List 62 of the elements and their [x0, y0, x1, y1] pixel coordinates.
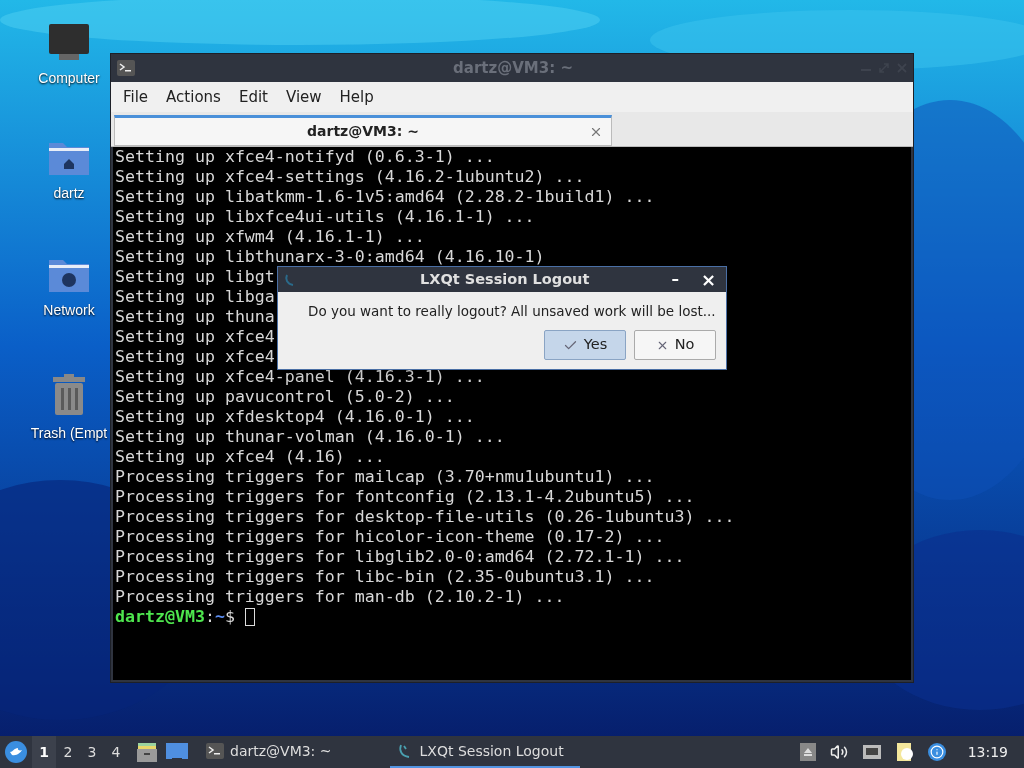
- workspace-button[interactable]: 4: [104, 736, 128, 768]
- output-line: Setting up xfce4-panel (4.16.3-1) ...: [115, 367, 485, 387]
- dialog-button[interactable]: No: [634, 330, 716, 361]
- network-icon[interactable]: [861, 744, 882, 760]
- workspace-button[interactable]: 1: [32, 736, 56, 768]
- terminal-tab[interactable]: dartz@VM3: ~: [114, 115, 612, 146]
- menu-item[interactable]: File: [115, 85, 157, 109]
- output-line: Setting up xfce4: [115, 347, 275, 367]
- output-line: Setting up pavucontrol (5.0-2) ...: [115, 387, 455, 407]
- note-icon[interactable]: [895, 742, 914, 762]
- workspace-button[interactable]: 2: [56, 736, 80, 768]
- workspace-button[interactable]: 3: [80, 736, 104, 768]
- dialog-button[interactable]: Yes: [544, 330, 626, 361]
- task-button[interactable]: LXQt Session Logout: [389, 736, 580, 768]
- output-line: Setting up libxfce4ui-utils (4.16.1-1) ...: [115, 207, 535, 227]
- output-line: Setting up xfce4: [115, 327, 275, 347]
- close-button[interactable]: ×: [700, 266, 716, 293]
- output-line: Processing triggers for libc-bin (2.35-0ubuntu3.1) ...: [115, 567, 655, 587]
- output-line: Setting up thuna: [115, 307, 275, 327]
- output-line: Processing triggers for hicolor-icon-theme (0.17-2) ...: [115, 527, 665, 547]
- prompt-user: dartz@VM3: [115, 607, 205, 627]
- output-line: Setting up xfdesktop4 (4.16.0-1) ...: [115, 407, 475, 427]
- output-line: Setting up libatkmm-1.6-1v5:amd64 (2.28.2-1build1) ...: [115, 187, 655, 207]
- output-line: Setting up thunar-volman (4.16.0-1) ...: [115, 427, 505, 447]
- monitor-icon: [47, 22, 91, 62]
- output-line: Setting up libthunarx-3-0:amd64 (4.16.10-1): [115, 247, 545, 267]
- output-line: Processing triggers for libglib2.0-0:amd64 (2.72.1-1) ...: [115, 547, 685, 567]
- output-line: Processing triggers for mailcap (3.70+nmu1ubuntu1) ...: [115, 467, 655, 487]
- minimize-button[interactable]: –: [671, 268, 679, 291]
- volume-icon[interactable]: [829, 743, 848, 761]
- dialog-title: LXQt Session Logout: [420, 269, 590, 289]
- prompt-separator: :: [204, 607, 215, 627]
- menu-item[interactable]: View: [277, 85, 330, 109]
- desktop-icon[interactable]: [166, 743, 188, 761]
- text-cursor: [244, 608, 255, 626]
- icon-label[interactable]: Trash (Empt: [30, 423, 108, 444]
- output-line: Setting up libga: [115, 287, 275, 307]
- output-line: Setting up xfce4-notifyd (0.6.3-1) ...: [115, 147, 495, 167]
- clock: 13:19: [967, 742, 1008, 762]
- output-line: Processing triggers for man-db (2.10.2-1) ...: [115, 587, 565, 607]
- output-line: Setting up xfwm4 (4.16.1-1) ...: [115, 227, 425, 247]
- window-title: dartz@VM3: ~: [453, 57, 573, 79]
- output-line: Setting up xfce4 (4.16) ...: [115, 447, 385, 467]
- icon-label[interactable]: dartz: [53, 183, 85, 204]
- menu-item[interactable]: Help: [331, 85, 382, 109]
- output-line: Setting up libgt: [115, 267, 275, 287]
- terminal-icon: [206, 743, 224, 759]
- info-icon[interactable]: [927, 743, 946, 761]
- prompt-symbol: $: [224, 607, 235, 627]
- output-line: Setting up xfce4-settings (4.16.2-1ubuntu2) ...: [115, 167, 585, 187]
- terminal-icon: [117, 60, 135, 76]
- bird-logo-icon[interactable]: [4, 740, 28, 764]
- icon-label[interactable]: Network: [43, 300, 95, 321]
- file-cabinet-icon[interactable]: [136, 741, 158, 763]
- menu-item[interactable]: Actions: [158, 85, 229, 109]
- prompt-path: ~: [214, 607, 225, 627]
- output-line: Processing triggers for fontconfig (2.13.1-4.2ubuntu5) ...: [115, 487, 695, 507]
- eject-icon[interactable]: [799, 743, 816, 761]
- task-button[interactable]: dartz@VM3: ~: [198, 736, 340, 768]
- menu-item[interactable]: Edit: [230, 85, 276, 109]
- output-line: Processing triggers for desktop-file-utils (0.26-1ubuntu3) ...: [115, 507, 735, 527]
- dialog-message: Do you want to really logout? All unsaved work will be lost...: [308, 302, 716, 321]
